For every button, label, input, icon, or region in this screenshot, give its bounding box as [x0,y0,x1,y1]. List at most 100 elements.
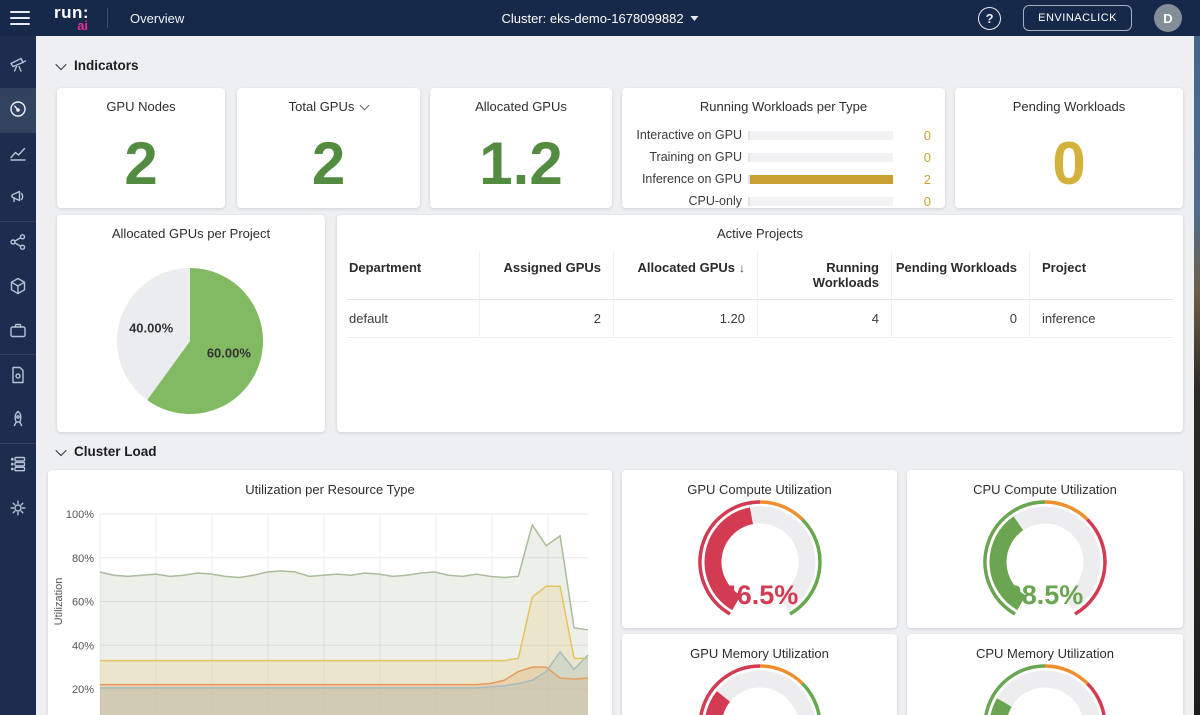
running-workloads-title: Running Workloads per Type [622,88,945,114]
sidebar-item-gear[interactable] [0,488,36,532]
cluster-load-section-header[interactable]: Cluster Load [57,444,157,459]
table-cell: 4 [758,300,892,338]
cpu-compute-utilization-card: CPU Compute Utilization 38.5% [907,470,1183,628]
megaphone-icon [8,187,28,212]
pending-workloads-card: Pending Workloads 0 [955,88,1183,208]
workload-label: Inference on GPU [634,172,742,186]
list-icon [8,454,28,479]
svg-text:46.5%: 46.5% [721,580,798,610]
total-gpus-title: Total GPUs [289,99,355,114]
total-gpus-value: 2 [237,134,420,194]
gpu-compute-utilization-card: GPU Compute Utilization 46.5% [622,470,897,628]
cluster-selector[interactable]: Cluster: eks-demo-1678099882 [501,11,698,26]
column-header-assigned-gpus[interactable]: Assigned GPUs [480,251,614,300]
document-icon [8,365,28,390]
active-projects-table: DepartmentAssigned GPUsAllocated GPUs↓Ru… [347,251,1173,338]
sidebar-item-megaphone[interactable] [0,177,36,221]
page-title: Overview [130,11,184,26]
table-header-row: DepartmentAssigned GPUsAllocated GPUs↓Ru… [347,251,1173,300]
sidebar-item-cube[interactable] [0,266,36,310]
help-icon[interactable]: ? [978,7,1001,30]
sidebar-item-list[interactable] [0,444,36,488]
gpu-nodes-value: 2 [57,134,225,194]
indicators-section-label: Indicators [74,58,139,73]
running-workloads-card: Running Workloads per Type Interactive o… [622,88,945,208]
sidebar-item-dashboard[interactable] [0,89,36,133]
utilization-chart-title: Utilization per Resource Type [48,470,612,497]
column-header-allocated-gpus[interactable]: Allocated GPUs↓ [614,251,758,300]
gpu-compute-title: GPU Compute Utilization [622,470,897,497]
sidebar-item-telescope[interactable] [0,44,36,88]
column-header-project[interactable]: Project [1030,251,1173,300]
cpu-memory-gauge [907,662,1183,715]
workload-label: CPU-only [634,194,742,208]
allocated-gpus-card: Allocated GPUs 1.2 [430,88,612,208]
chevron-down-icon [360,101,370,111]
gpu-memory-title: GPU Memory Utilization [622,634,897,661]
workload-bar [748,131,893,140]
cpu-compute-gauge: 38.5% [907,498,1183,620]
workload-label: Training on GPU [634,150,742,164]
allocated-gpus-value: 1.2 [430,134,612,194]
column-header-pending-workloads[interactable]: Pending Workloads [892,251,1030,300]
gpu-memory-utilization-card: GPU Memory Utilization [622,634,897,715]
sidebar-item-rocket[interactable] [0,399,36,443]
table-cell: inference [1030,300,1173,338]
svg-text:100%: 100% [66,509,94,521]
table-cell: default [347,300,480,338]
workload-bar-row: Interactive on GPU 0 [634,124,931,146]
gpu-nodes-card: GPU Nodes 2 [57,88,225,208]
user-avatar[interactable]: D [1154,4,1182,32]
runai-logo[interactable]: run: ai [54,4,89,32]
svg-text:40%: 40% [72,640,94,652]
logo-text-ai: ai [77,19,88,32]
workload-value: 0 [893,194,931,209]
hamburger-menu-icon[interactable] [10,11,30,25]
workload-value: 0 [893,128,931,143]
gear-icon [8,498,28,523]
svg-text:80%: 80% [72,553,94,565]
pending-workloads-title: Pending Workloads [955,88,1183,114]
indicators-section-header[interactable]: Indicators [57,58,139,73]
gpus-per-project-card: Allocated GPUs per Project 60.00%40.00% [57,215,325,432]
workload-bar [748,197,893,206]
table-cell: 1.20 [614,300,758,338]
svg-text:60%: 60% [72,597,94,609]
svg-text:38.5%: 38.5% [1007,580,1084,610]
sidebar-item-network[interactable] [0,222,36,266]
workload-bar [748,175,893,184]
total-gpus-title-row[interactable]: Total GPUs [237,88,420,114]
workload-label: Interactive on GPU [634,128,742,142]
topbar-divider [107,8,108,28]
svg-text:60.00%: 60.00% [207,346,252,361]
total-gpus-card: Total GPUs 2 [237,88,420,208]
network-icon [8,232,28,257]
workload-value: 2 [893,172,931,187]
chevron-down-icon [691,16,699,21]
sidebar-item-line-chart[interactable] [0,133,36,177]
workload-bar-row: CPU-only 0 [634,190,931,212]
allocated-gpus-title: Allocated GPUs [430,88,612,114]
gpu-nodes-title: GPU Nodes [57,88,225,114]
svg-text:20%: 20% [72,684,94,696]
active-projects-title: Active Projects [337,215,1183,241]
workload-bar-row: Inference on GPU 2 [634,168,931,190]
page-root: run: ai Overview Cluster: eks-demo-16780… [0,0,1200,715]
column-header-department[interactable]: Department [347,251,480,300]
active-projects-card: Active Projects DepartmentAssigned GPUsA… [337,215,1183,432]
table-cell: 2 [480,300,614,338]
envinaclick-button[interactable]: ENVINACLICK [1023,5,1132,31]
table-cell: 0 [892,300,1030,338]
column-header-running-workloads[interactable]: Running Workloads [758,251,892,300]
line-chart-icon [8,143,28,168]
sidebar-item-document[interactable] [0,355,36,399]
rocket-icon [8,409,28,434]
telescope-icon [8,54,28,79]
sidebar-item-briefcase[interactable] [0,310,36,354]
background-edge-strip [1194,36,1200,715]
cpu-memory-utilization-card: CPU Memory Utilization [907,634,1183,715]
topbar-actions: ? ENVINACLICK D [978,4,1182,32]
table-row: default21.2040inference [347,300,1173,338]
chevron-down-icon [55,444,66,455]
gpu-compute-gauge: 46.5% [622,498,897,620]
